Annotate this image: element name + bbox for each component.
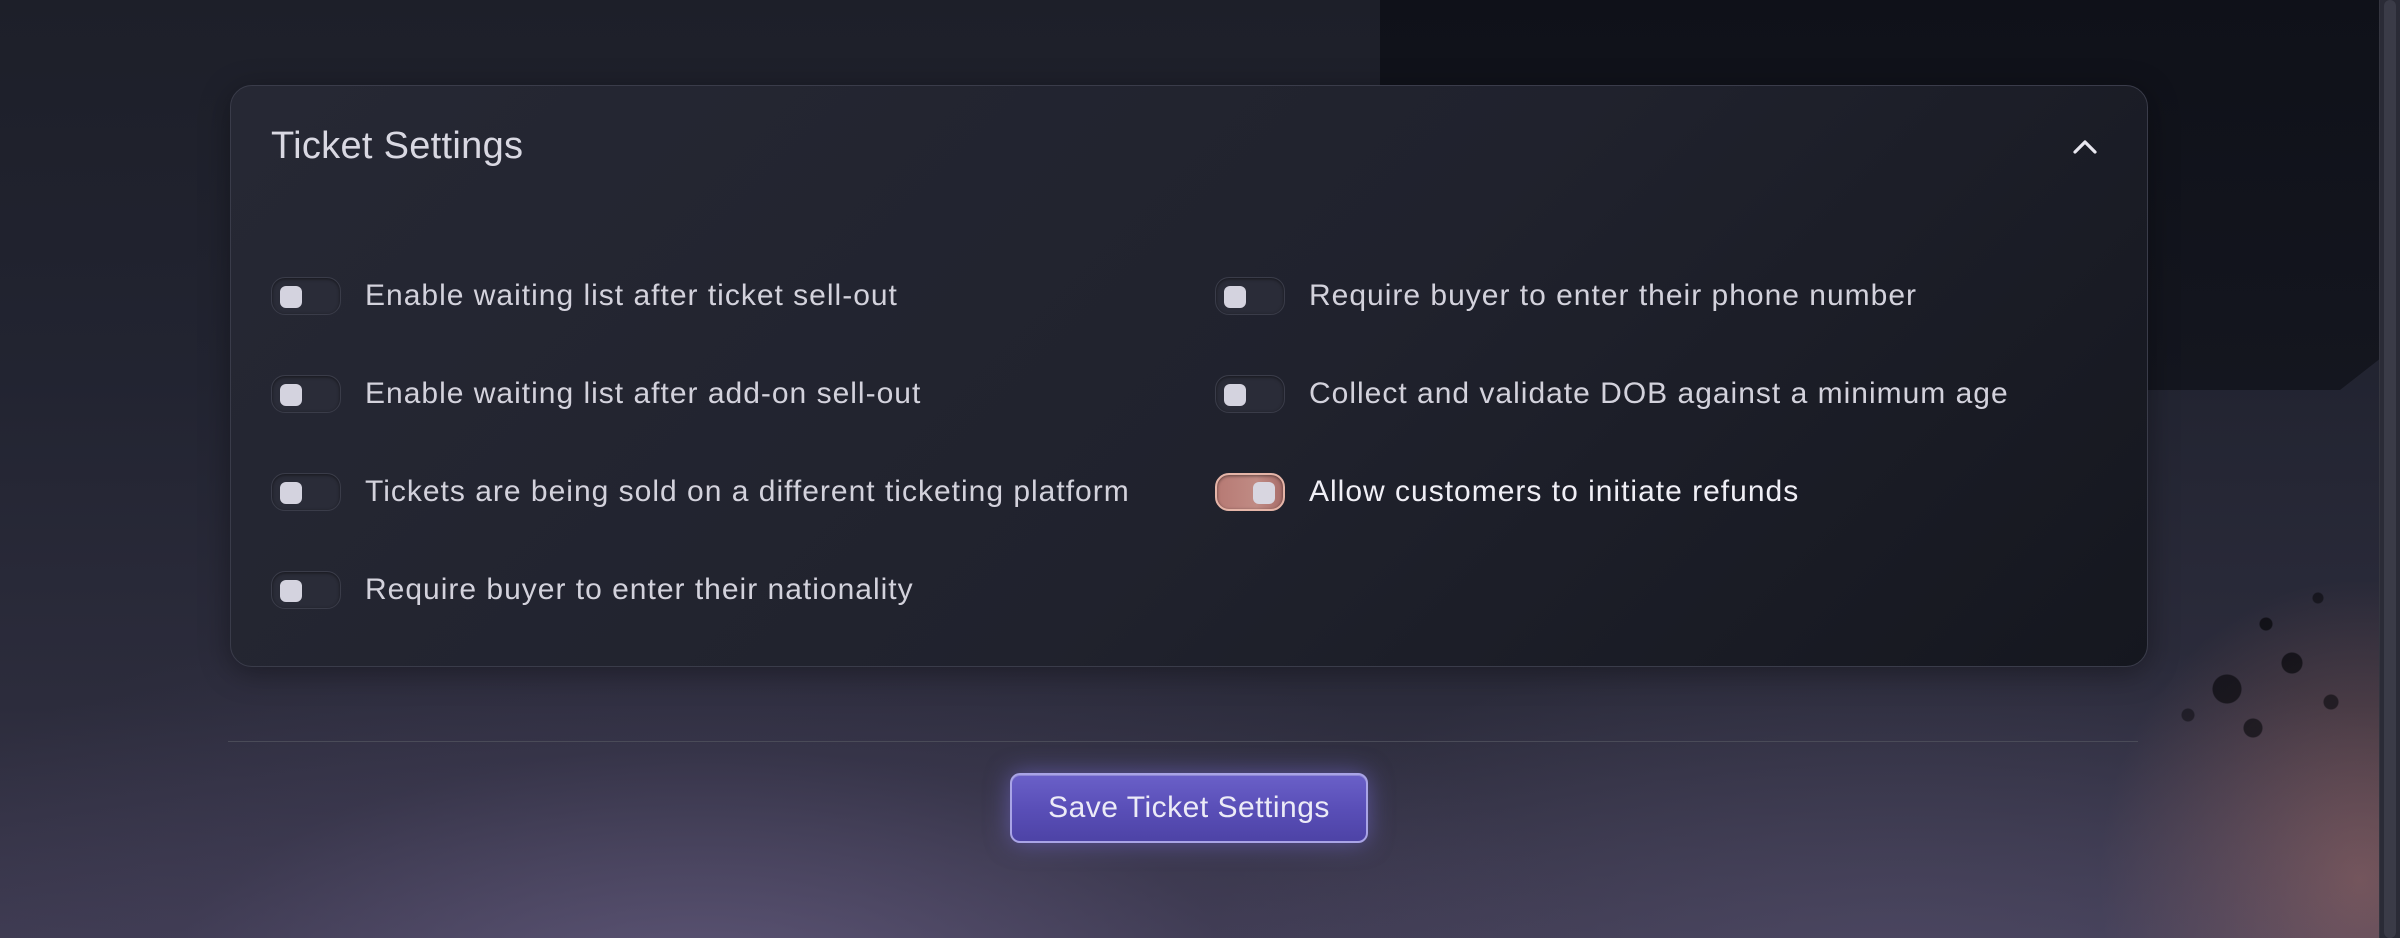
option-nationality[interactable]: Require buyer to enter their nationality: [271, 565, 914, 615]
option-label: Collect and validate DOB against a minim…: [1309, 377, 2009, 410]
option-label: Require buyer to enter their nationality: [365, 573, 914, 606]
toggle-knob: [280, 580, 302, 602]
toggle-knob: [1253, 482, 1275, 504]
option-waitlist-ticket[interactable]: Enable waiting list after ticket sell-ou…: [271, 271, 898, 321]
option-customer-refunds[interactable]: Allow customers to initiate refunds: [1215, 467, 1799, 517]
scrollbar[interactable]: [2379, 0, 2400, 938]
toggle-knob: [280, 482, 302, 504]
nationality-toggle[interactable]: [271, 571, 341, 609]
toggle-knob: [1224, 384, 1246, 406]
waitlist-addon-toggle[interactable]: [271, 375, 341, 413]
option-phone-number[interactable]: Require buyer to enter their phone numbe…: [1215, 271, 1917, 321]
phone-number-toggle[interactable]: [1215, 277, 1285, 315]
scrollbar-thumb[interactable]: [2384, 0, 2396, 938]
toggle-knob: [1224, 286, 1246, 308]
chevron-up-icon: [2073, 140, 2097, 154]
dob-validation-toggle[interactable]: [1215, 375, 1285, 413]
option-label: Enable waiting list after ticket sell-ou…: [365, 279, 898, 312]
card-header[interactable]: Ticket Settings: [271, 116, 2107, 176]
save-button-label: Save Ticket Settings: [1048, 791, 1330, 824]
option-label: Enable waiting list after add-on sell-ou…: [365, 377, 922, 410]
background-decoration: [2110, 520, 2370, 780]
card-title: Ticket Settings: [271, 124, 524, 167]
external-platform-toggle[interactable]: [271, 473, 341, 511]
option-label: Tickets are being sold on a different ti…: [365, 475, 1130, 508]
option-dob-validation[interactable]: Collect and validate DOB against a minim…: [1215, 369, 2009, 419]
save-ticket-settings-button[interactable]: Save Ticket Settings: [1010, 773, 1368, 843]
option-external-platform[interactable]: Tickets are being sold on a different ti…: [271, 467, 1130, 517]
divider: [228, 741, 2138, 742]
option-label: Require buyer to enter their phone numbe…: [1309, 279, 1918, 312]
toggle-knob: [280, 286, 302, 308]
waitlist-ticket-toggle[interactable]: [271, 277, 341, 315]
customer-refunds-toggle[interactable]: [1215, 473, 1285, 511]
option-waitlist-addon[interactable]: Enable waiting list after add-on sell-ou…: [271, 369, 921, 419]
option-label: Allow customers to initiate refunds: [1309, 475, 1800, 508]
collapse-button[interactable]: [2063, 124, 2107, 168]
ticket-settings-card: Ticket Settings Enable waiting list afte…: [230, 85, 2148, 667]
toggle-knob: [280, 384, 302, 406]
